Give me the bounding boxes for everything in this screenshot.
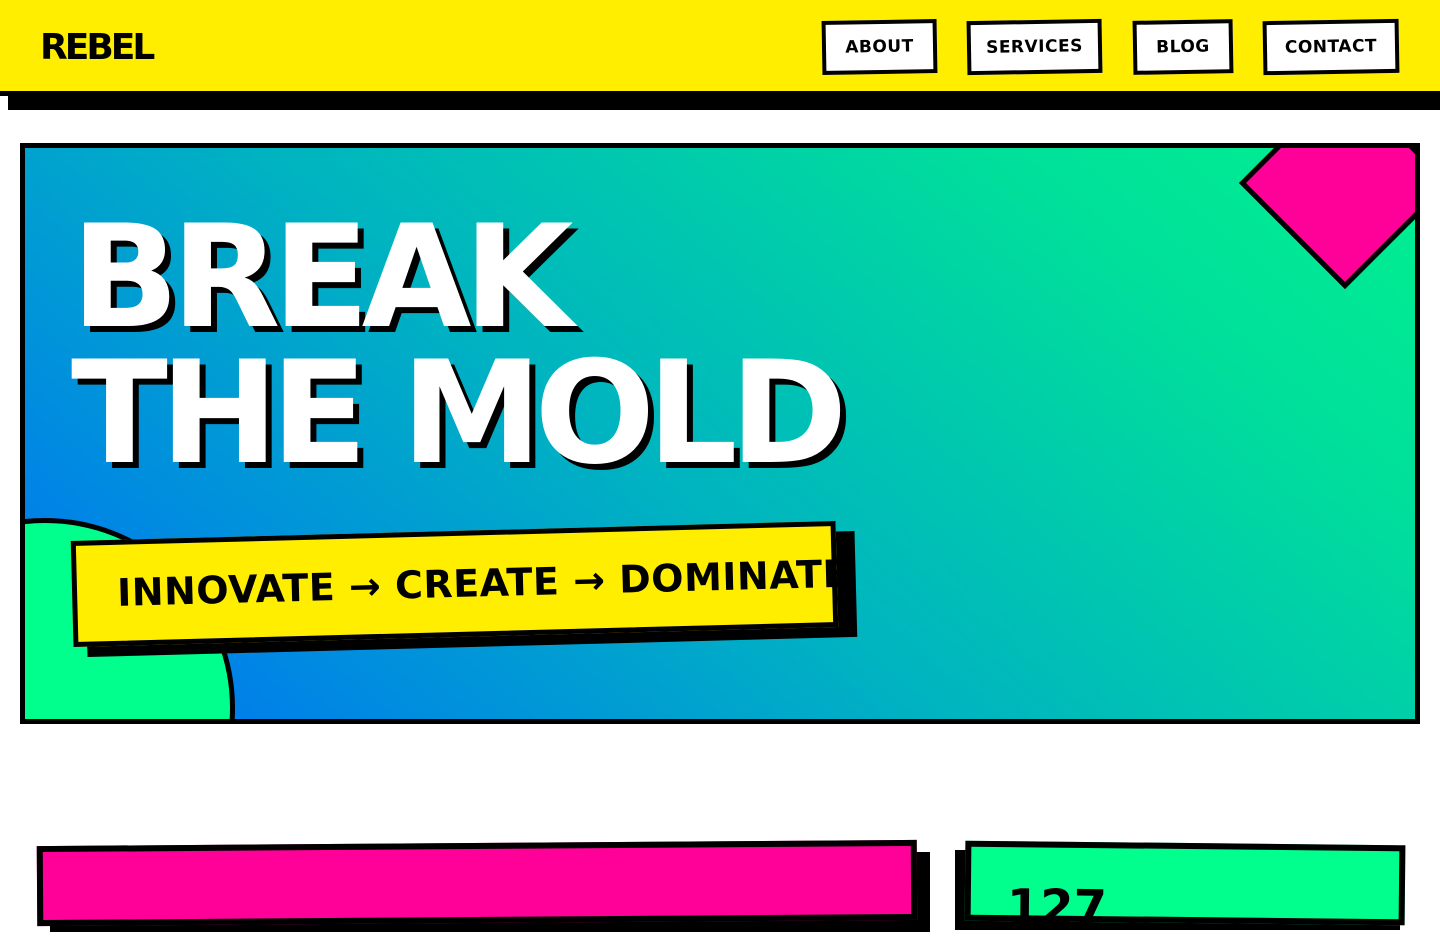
- hero-tagline: INNOVATE → CREATE → DOMINATE: [70, 521, 850, 647]
- nav-services-button[interactable]: SERVICES: [966, 18, 1103, 76]
- stat-number: 127: [1006, 879, 1108, 937]
- hero-title-line-1: BREAK: [71, 195, 574, 360]
- hero-decorative-diamond: [1238, 148, 1415, 290]
- nav-contact-button[interactable]: CONTACT: [1262, 18, 1400, 76]
- hero-section: BREAK THE MOLD INNOVATE → CREATE → DOMIN…: [20, 143, 1420, 724]
- nav-blog-button[interactable]: BLOG: [1132, 19, 1234, 75]
- feature-card: [36, 839, 918, 927]
- site-logo[interactable]: REBEL: [40, 27, 155, 68]
- hero-title-line-2: THE MOLD: [71, 331, 848, 496]
- stat-card: 127: [964, 840, 1406, 936]
- hero-title: BREAK THE MOLD: [71, 195, 848, 496]
- nav-about-button[interactable]: ABOUT: [821, 19, 938, 75]
- site-header: REBEL ABOUT SERVICES BLOG CONTACT: [0, 0, 1440, 96]
